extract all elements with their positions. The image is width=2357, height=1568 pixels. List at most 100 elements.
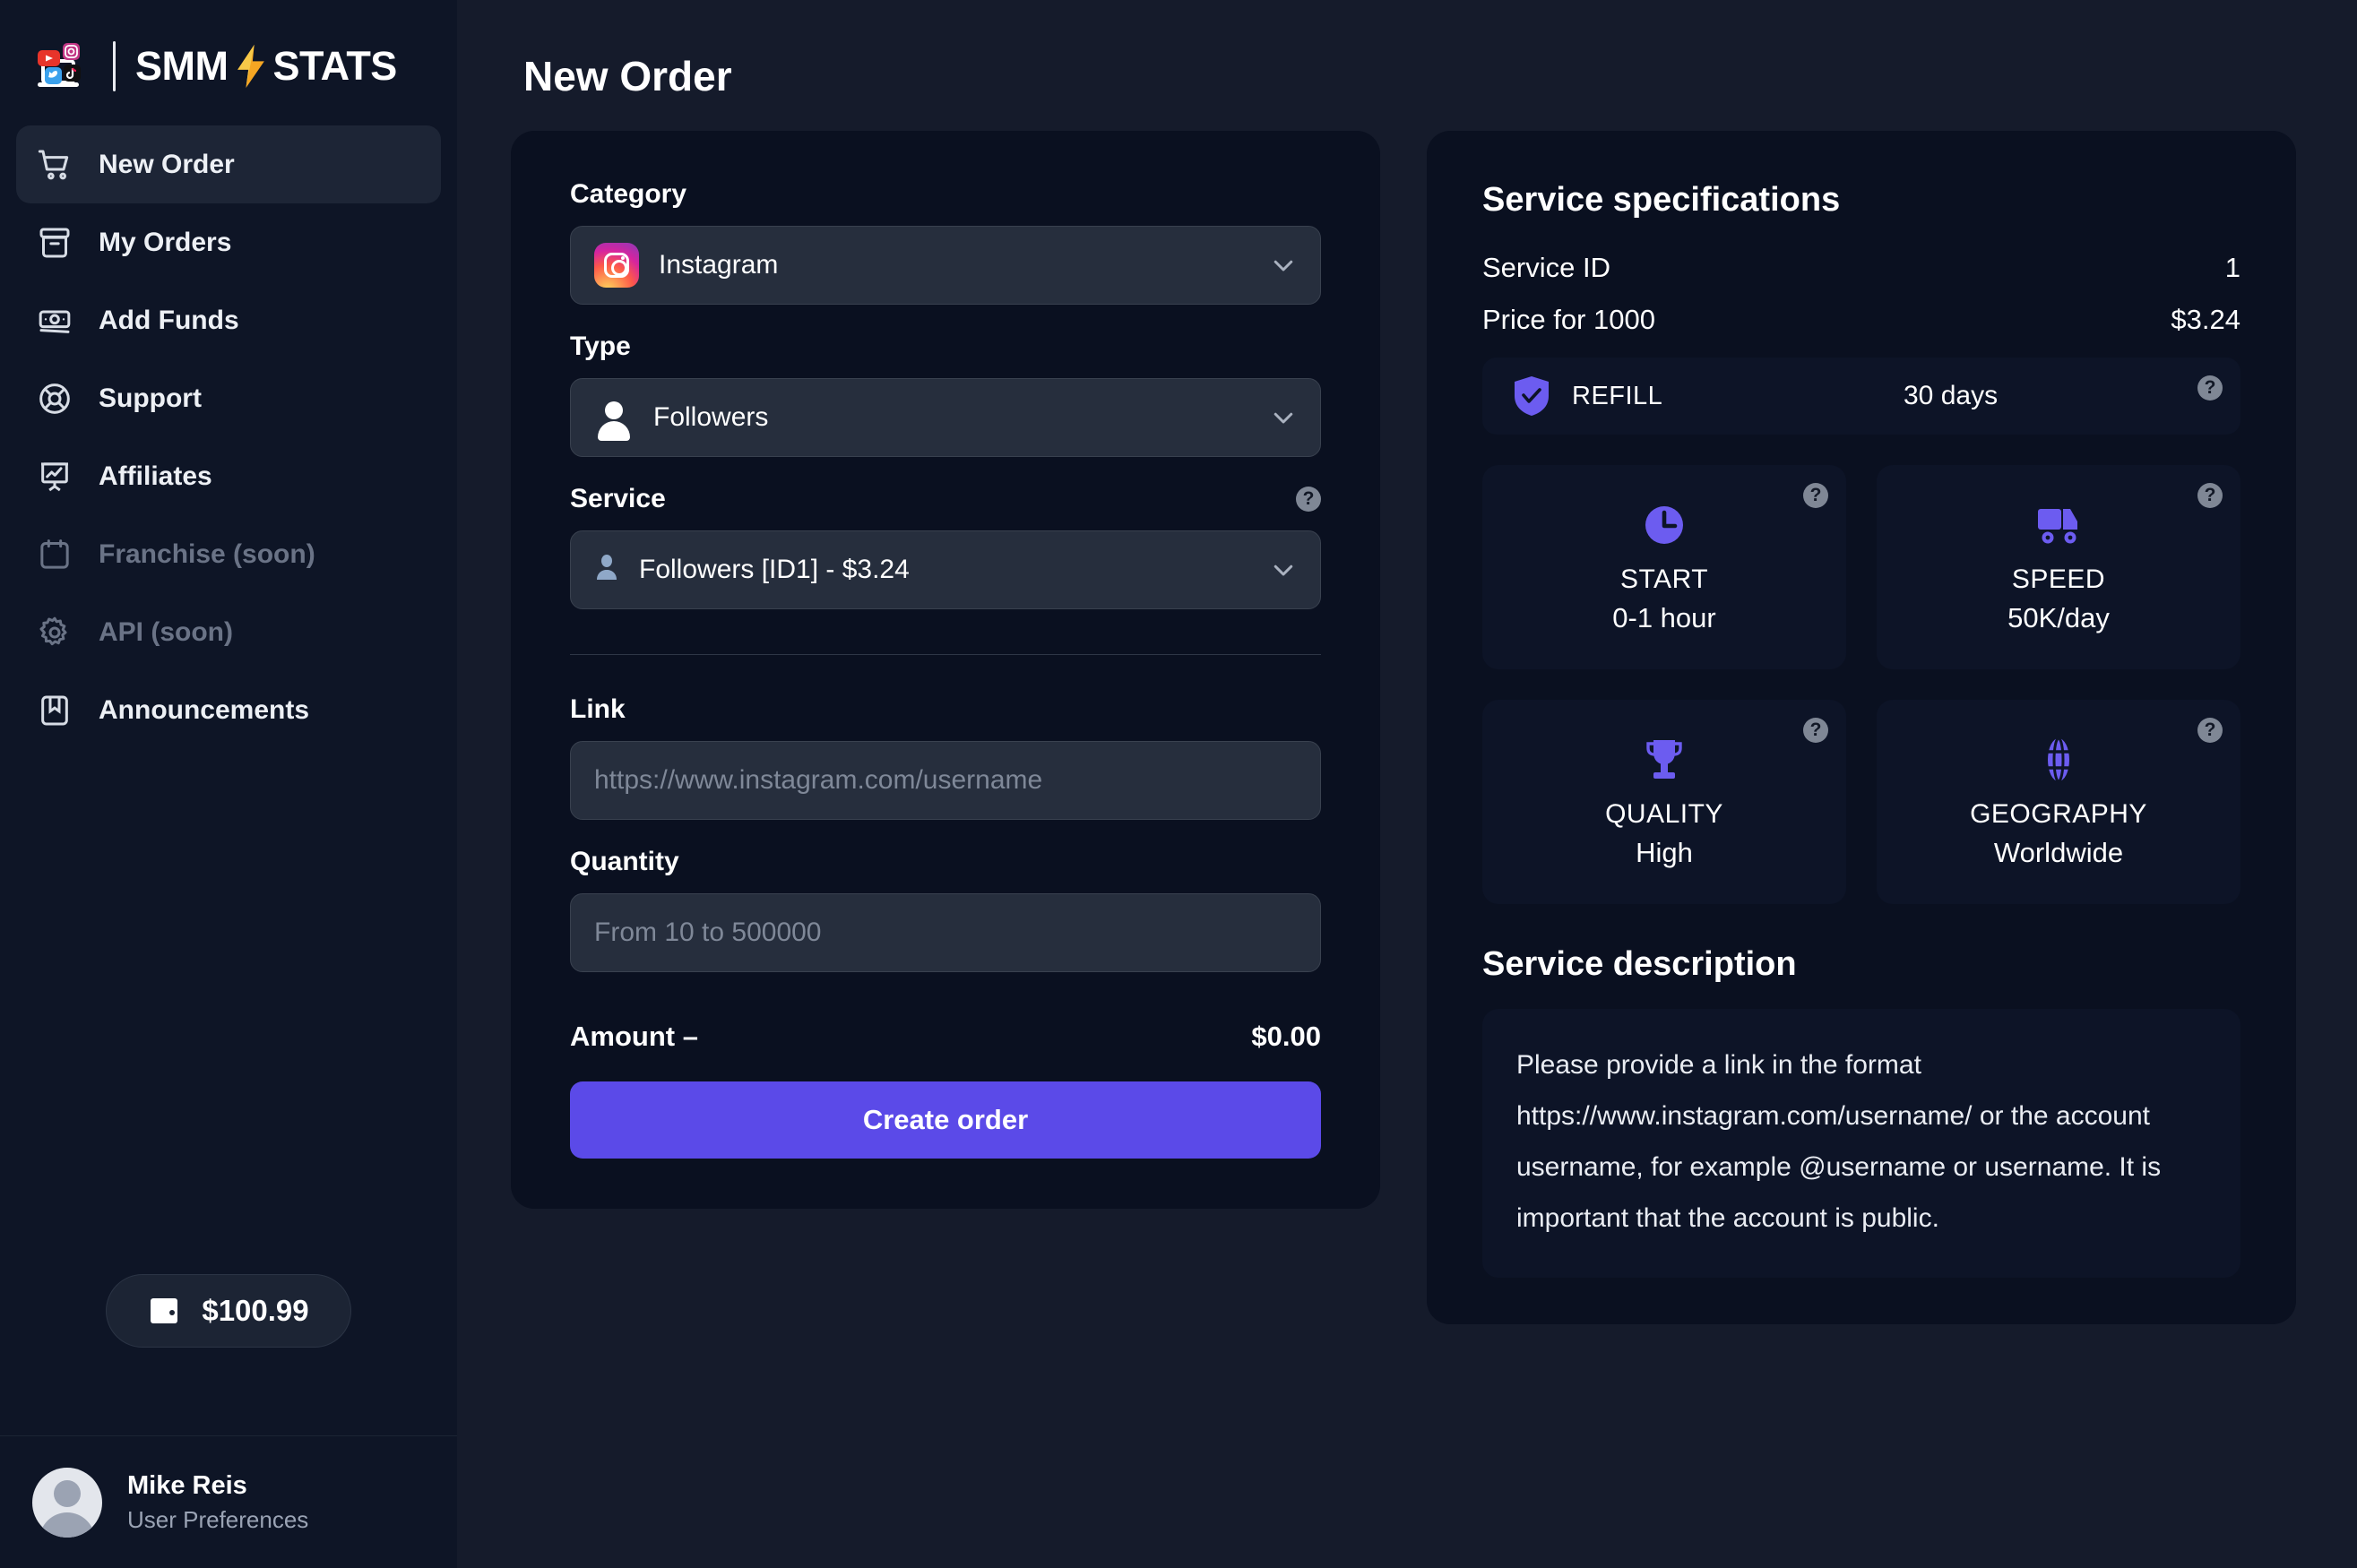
- sidebar-item-label: Support: [99, 383, 202, 413]
- spec-value: $3.24: [2171, 304, 2240, 335]
- bust-in-silhouette-emoji-icon: [594, 554, 619, 586]
- service-label: Service: [570, 484, 666, 513]
- sidebar-item-label: Add Funds: [99, 305, 239, 335]
- tile-value: 50K/day: [2007, 602, 2110, 633]
- sidebar-item-label: API (soon): [99, 616, 233, 647]
- quality-help-icon[interactable]: ?: [1803, 718, 1828, 743]
- balance-amount: $100.99: [202, 1294, 309, 1327]
- quantity-label: Quantity: [570, 847, 679, 876]
- category-label: Category: [570, 179, 687, 209]
- type-label: Type: [570, 332, 631, 361]
- quantity-input[interactable]: From 10 to 500000: [570, 893, 1321, 972]
- category-value: Instagram: [659, 250, 779, 280]
- globe-icon: [2041, 735, 2076, 785]
- start-help-icon[interactable]: ?: [1803, 483, 1828, 508]
- tile-name: SPEED: [2011, 564, 2106, 594]
- logo-divider: [113, 41, 116, 91]
- chevron-down-icon: [1270, 404, 1297, 431]
- shopping-cart-icon: [36, 146, 73, 184]
- user-info: Mike Reis User Preferences: [127, 1469, 308, 1535]
- category-select[interactable]: Instagram: [570, 226, 1321, 305]
- link-input[interactable]: https://www.instagram.com/username: [570, 741, 1321, 820]
- archive-box-icon: [36, 224, 73, 262]
- instagram-icon: [594, 243, 639, 288]
- service-specifications-card: Service specifications Service ID 1 Pric…: [1427, 131, 2296, 1324]
- balance-button[interactable]: $100.99: [106, 1274, 351, 1348]
- trophy-icon: [1643, 735, 1686, 785]
- main-content: New Order Category Instagram Type Follow…: [457, 0, 2357, 1568]
- lifebuoy-icon: [36, 380, 73, 418]
- sidebar-item-label: My Orders: [99, 227, 232, 257]
- tile-name: GEOGRAPHY: [1970, 799, 2147, 829]
- spec-tile-geography: ? GEOGRAPHY Worldwide: [1877, 700, 2240, 904]
- sidebar-item-api: API (soon): [16, 593, 441, 671]
- amount-value: $0.00: [1251, 1021, 1321, 1052]
- sidebar-item-franchise: Franchise (soon): [16, 515, 441, 593]
- speed-help-icon[interactable]: ?: [2197, 483, 2223, 508]
- specs-title: Service specifications: [1482, 181, 1841, 219]
- amount-row: Amount – $0.00: [570, 1021, 1321, 1053]
- link-label: Link: [570, 694, 626, 724]
- service-select[interactable]: Followers [ID1] - $3.24: [570, 530, 1321, 609]
- order-form-card: Category Instagram Type Followers Servic…: [511, 131, 1380, 1209]
- brand-logo[interactable]: SMM STATS: [0, 0, 457, 106]
- sidebar-item-my-orders[interactable]: My Orders: [16, 203, 441, 281]
- service-label-row: Service ?: [570, 484, 1321, 514]
- user-subtitle: User Preferences: [127, 1505, 309, 1533]
- spec-tiles: ? START 0-1 hour ? SPEED 50K/day ? QUALI…: [1482, 465, 2240, 904]
- sidebar-item-affiliates[interactable]: Affiliates: [16, 437, 441, 515]
- refill-value: 30 days: [1904, 381, 1999, 410]
- type-select[interactable]: Followers: [570, 378, 1321, 457]
- spec-row-service-id: Service ID 1: [1482, 252, 2240, 284]
- service-value: Followers [ID1] - $3.24: [639, 555, 910, 584]
- tile-value: Worldwide: [1993, 837, 2124, 868]
- lightning-bolt-icon: [230, 43, 272, 90]
- person-icon: [594, 398, 634, 441]
- type-value: Followers: [653, 402, 769, 432]
- chevron-down-icon: [1270, 252, 1297, 279]
- spec-value: 1: [2224, 252, 2240, 283]
- spec-row-price: Price for 1000 $3.24: [1482, 304, 2240, 336]
- calendar-icon: [36, 536, 73, 573]
- brand-name-part1: SMM: [135, 43, 229, 89]
- tile-name: QUALITY: [1605, 799, 1723, 829]
- geography-help-icon[interactable]: ?: [2197, 718, 2223, 743]
- app-root: SMM STATS New Order My Orders Add Funds …: [0, 0, 2357, 1568]
- description-text: Please provide a link in the format http…: [1482, 1009, 2240, 1278]
- tile-value: High: [1636, 837, 1693, 868]
- sidebar-item-label: New Order: [99, 149, 235, 179]
- chart-board-icon: [36, 458, 73, 495]
- clock-icon: [1641, 500, 1688, 550]
- truck-icon: [2034, 500, 2083, 550]
- sidebar-item-label: Affiliates: [99, 461, 212, 491]
- sidebar-nav: New Order My Orders Add Funds Support Af…: [0, 125, 457, 749]
- sidebar-item-add-funds[interactable]: Add Funds: [16, 281, 441, 359]
- sidebar-item-label: Announcements: [99, 694, 310, 725]
- brand-name-part2: STATS: [272, 43, 398, 89]
- banknote-icon: [36, 302, 73, 340]
- sidebar-item-announcements[interactable]: Announcements: [16, 671, 441, 749]
- smmstats-logo-icon: [32, 38, 90, 95]
- spec-tile-start: ? START 0-1 hour: [1482, 465, 1846, 669]
- gear-icon: [36, 614, 73, 651]
- wallet-icon: [148, 1297, 184, 1325]
- description-title: Service description: [1482, 945, 1797, 983]
- shield-check-icon: [1513, 375, 1550, 417]
- sidebar-item-label: Franchise (soon): [99, 538, 315, 569]
- default-avatar-icon: [32, 1467, 102, 1538]
- refill-help-icon[interactable]: ?: [2197, 375, 2223, 401]
- sidebar-item-new-order[interactable]: New Order: [16, 125, 441, 203]
- spec-key: Price for 1000: [1482, 304, 1655, 335]
- user-preferences-button[interactable]: Mike Reis User Preferences: [0, 1435, 457, 1568]
- sidebar-item-support[interactable]: Support: [16, 359, 441, 437]
- spec-tile-speed: ? SPEED 50K/day: [1877, 465, 2240, 669]
- form-divider: [570, 654, 1321, 655]
- tile-value: 0-1 hour: [1612, 602, 1716, 633]
- brand-name: SMM STATS: [135, 43, 397, 90]
- amount-label: Amount –: [570, 1021, 698, 1052]
- refill-name: REFILL: [1572, 381, 1663, 410]
- balance-container: $100.99: [0, 1274, 457, 1435]
- service-help-icon[interactable]: ?: [1296, 487, 1321, 512]
- create-order-button[interactable]: Create order: [570, 1081, 1321, 1159]
- spec-key: Service ID: [1482, 252, 1610, 283]
